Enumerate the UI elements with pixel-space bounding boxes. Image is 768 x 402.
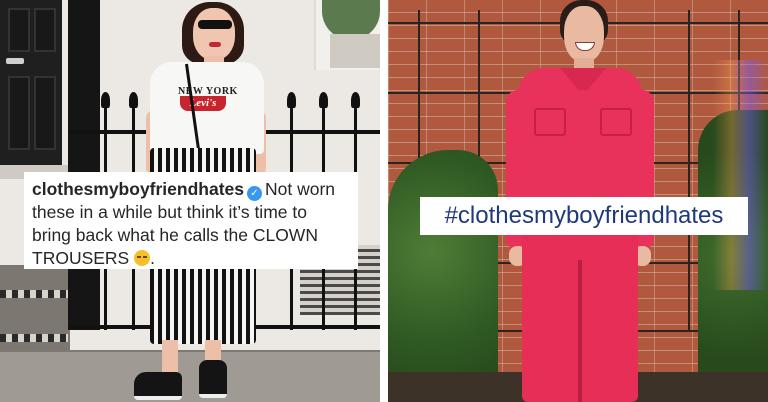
pink-jumpsuit bbox=[518, 68, 642, 218]
sneaker bbox=[199, 360, 227, 398]
lipstick bbox=[209, 42, 221, 47]
chest-pocket bbox=[600, 108, 632, 136]
shrub bbox=[388, 150, 498, 402]
caption-username[interactable]: clothesmyboyfriendhates bbox=[32, 179, 244, 199]
leg-seam bbox=[578, 260, 582, 402]
chest-pocket bbox=[534, 108, 566, 136]
tiled-step bbox=[0, 290, 68, 298]
sneaker bbox=[134, 372, 182, 400]
planter bbox=[330, 34, 380, 68]
kerb-line bbox=[0, 350, 380, 352]
person-face bbox=[564, 6, 604, 62]
door-panel bbox=[8, 76, 30, 150]
door-panel bbox=[34, 76, 56, 150]
door-panel bbox=[8, 8, 30, 52]
railing-finial bbox=[101, 92, 110, 108]
door-panel bbox=[34, 8, 56, 52]
hashtag-banner: #clothesmyboyfriendhates bbox=[420, 197, 748, 235]
door-handle bbox=[6, 58, 24, 64]
caption-text: clothesmyboyfriendhates ✓ Not worn these i… bbox=[32, 178, 350, 270]
verified-badge-icon: ✓ bbox=[247, 186, 262, 201]
person-leg bbox=[162, 340, 178, 376]
instagram-caption-box: clothesmyboyfriendhates ✓ Not worn these i… bbox=[24, 172, 358, 269]
trellis-post bbox=[688, 10, 690, 330]
panel-divider bbox=[380, 0, 388, 402]
caption-period: . bbox=[150, 248, 155, 268]
person-face bbox=[193, 8, 235, 60]
tiled-step bbox=[0, 334, 68, 342]
railing-finial bbox=[129, 92, 138, 108]
hashtag-text[interactable]: #clothesmyboyfriendhates bbox=[420, 197, 748, 235]
left-photo: NEW YORK Levi's clothesmyboyfriendhates ✓… bbox=[0, 0, 380, 402]
unamused-face-icon bbox=[134, 250, 151, 266]
lens-flare bbox=[713, 60, 768, 290]
sunglasses bbox=[198, 20, 232, 29]
levis-logo: Levi's bbox=[180, 96, 226, 111]
front-door bbox=[0, 0, 62, 165]
railing-finial bbox=[287, 92, 296, 108]
railing-finial bbox=[351, 92, 360, 108]
railing-finial bbox=[319, 92, 328, 108]
gate-post bbox=[68, 0, 100, 330]
pavement bbox=[0, 350, 380, 402]
